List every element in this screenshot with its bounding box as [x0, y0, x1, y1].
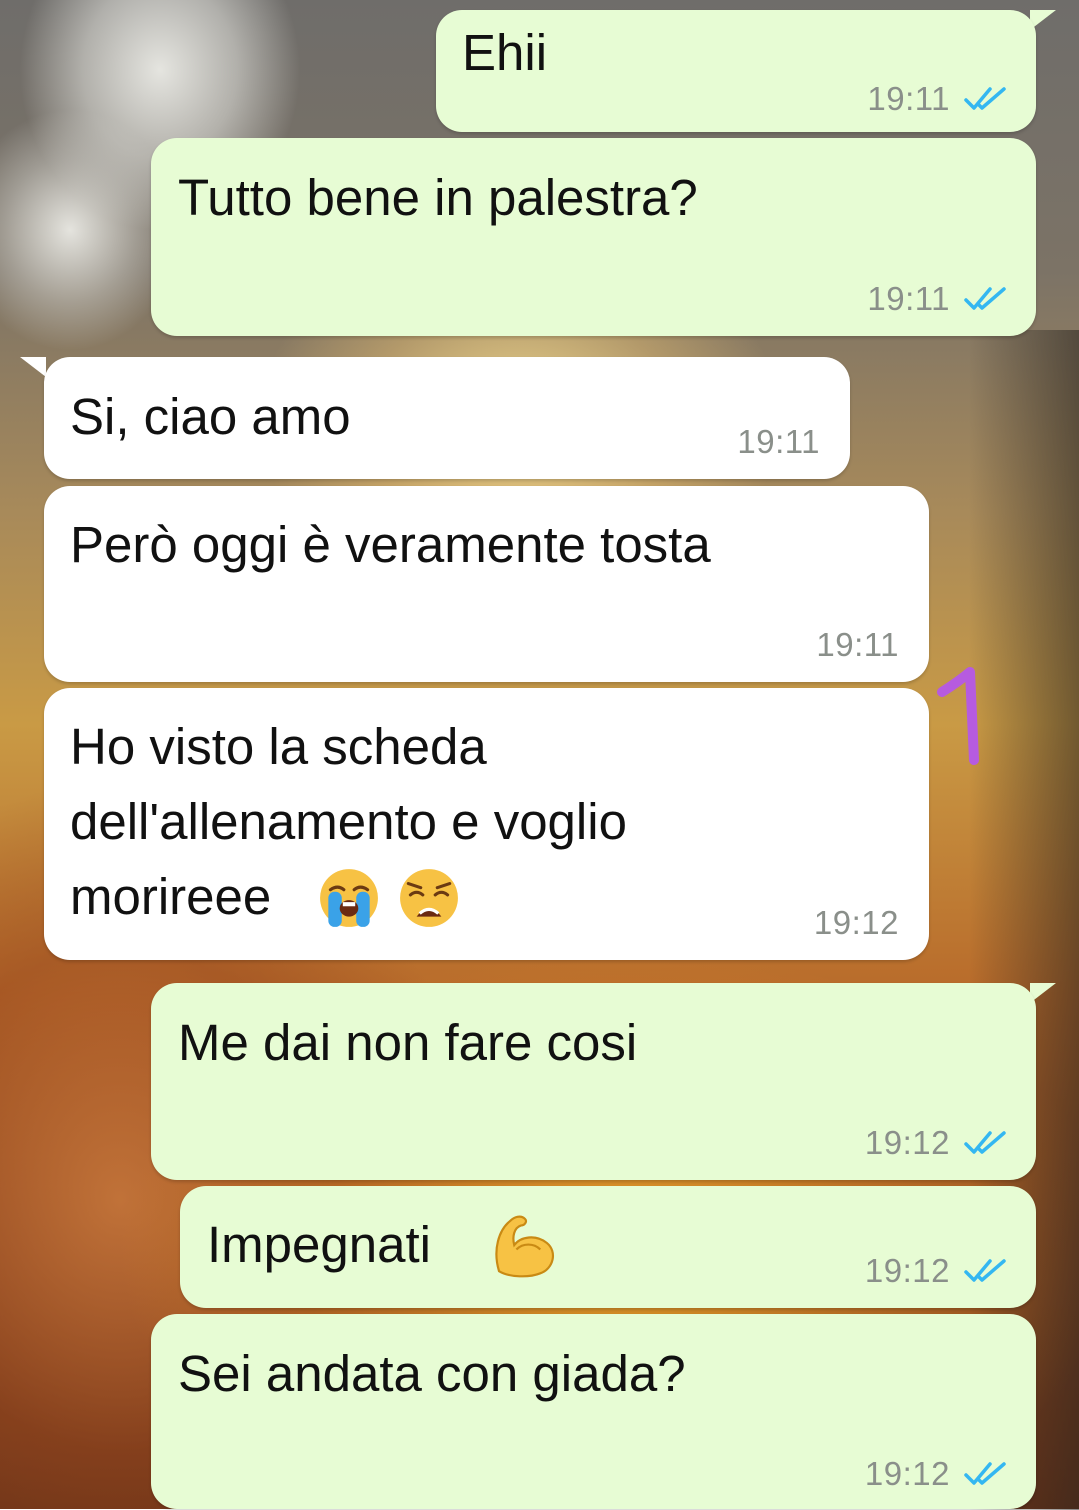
message-time: 19:12	[813, 904, 899, 941]
message-time: 19:11	[867, 80, 950, 117]
double-check-icon	[964, 287, 1006, 310]
message-time: 19:11	[867, 280, 950, 317]
message-text: Sei andata con giada?	[178, 1345, 686, 1402]
message-meta: 19:12	[865, 1252, 1010, 1290]
message-time: 19:12	[864, 1455, 950, 1492]
message-bubble-outgoing[interactable]: Ehii 19:11	[436, 10, 1036, 132]
message-text: Tutto bene in palestra?	[178, 169, 698, 226]
weary-face-emoji	[400, 869, 458, 927]
message-time: 19:12	[864, 1252, 950, 1289]
double-check-icon	[964, 87, 1006, 110]
message-time: 19:11	[737, 423, 820, 460]
bubble-tail	[20, 357, 46, 377]
message-text: Impegnati	[207, 1216, 431, 1273]
loudly-crying-face-emoji	[320, 869, 378, 927]
message-bubble-incoming[interactable]: Si, ciao amo 19:11	[44, 357, 850, 479]
message-bubble-outgoing[interactable]: Tutto bene in palestra? 19:11	[151, 138, 1036, 336]
double-check-icon	[964, 1259, 1006, 1282]
message-meta: 19:11	[867, 80, 1010, 118]
message-text-line: dell'allenamento e voglio	[70, 793, 627, 850]
message-time: 19:11	[816, 626, 899, 663]
message-meta: 19:12	[865, 1124, 1010, 1162]
message-meta: 19:12	[865, 1455, 1010, 1493]
message-meta: 19:11	[816, 626, 899, 664]
message-text: Si, ciao amo	[70, 388, 351, 445]
message-bubble-incoming[interactable]: Ho visto la scheda dell'allenamento e vo…	[44, 688, 929, 960]
message-time: 19:12	[864, 1124, 950, 1161]
message-meta: 19:11	[737, 423, 820, 461]
flexed-biceps-emoji	[495, 1215, 555, 1278]
handwritten-number-annotation	[937, 667, 979, 765]
message-bubble-outgoing[interactable]: Sei andata con giada? 19:12	[151, 1314, 1036, 1509]
message-text-line: morireee	[70, 868, 272, 925]
message-text: Ehii	[462, 24, 548, 81]
double-check-icon	[964, 1462, 1006, 1485]
message-meta: 19:12	[814, 904, 899, 942]
message-bubble-incoming[interactable]: Però oggi è veramente tosta 19:11	[44, 486, 929, 682]
message-text: Me dai non fare cosi	[178, 1014, 638, 1071]
message-meta: 19:11	[867, 280, 1010, 318]
message-text: Però oggi è veramente tosta	[70, 516, 711, 573]
message-bubble-outgoing[interactable]: Impegnati 19:12	[180, 1186, 1036, 1308]
message-bubble-outgoing[interactable]: Me dai non fare cosi 19:12	[151, 983, 1036, 1180]
double-check-icon	[964, 1131, 1006, 1154]
message-text-line: Ho visto la scheda	[70, 718, 487, 775]
